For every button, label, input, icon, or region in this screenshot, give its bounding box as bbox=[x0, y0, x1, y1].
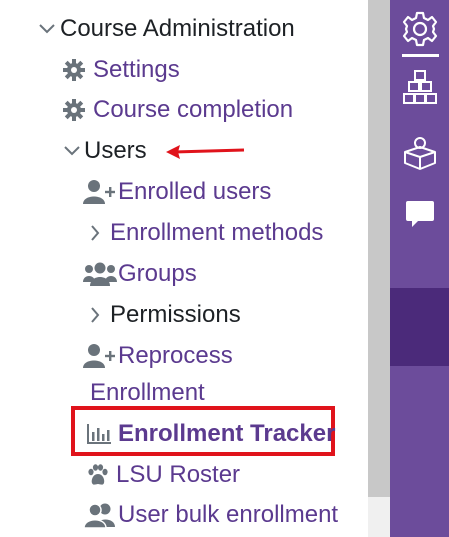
rail-messages-button[interactable] bbox=[390, 198, 449, 230]
chat-icon bbox=[405, 198, 435, 230]
users-icon bbox=[83, 500, 117, 530]
course-completion-label: Course completion bbox=[93, 96, 294, 123]
users-label: Users bbox=[84, 137, 147, 164]
nav-item-enrolled-users[interactable]: Enrolled users bbox=[83, 177, 271, 207]
reprocess-enrollment-line2[interactable]: Enrollment bbox=[90, 378, 205, 408]
reprocess-label-line2: Enrollment bbox=[90, 379, 205, 406]
reprocess-label: Reprocess bbox=[118, 342, 233, 369]
chevron-down-icon bbox=[63, 136, 81, 166]
rail-blocks-button[interactable] bbox=[390, 69, 449, 105]
user-bulk-enrollment-label: User bulk enrollment bbox=[118, 501, 339, 528]
nav-item-course-completion[interactable]: Course completion bbox=[61, 95, 293, 125]
nav-item-groups[interactable]: Groups bbox=[83, 259, 197, 289]
user-plus-icon bbox=[83, 341, 117, 371]
course-admin-node[interactable]: Course Administration bbox=[38, 14, 295, 44]
blocks-icon bbox=[402, 69, 438, 105]
groups-label: Groups bbox=[118, 260, 197, 287]
chevron-right-icon bbox=[88, 300, 102, 330]
rail-course-admin-button[interactable] bbox=[390, 10, 449, 48]
annotation-arrow bbox=[166, 145, 245, 159]
enrolled-users-label: Enrolled users bbox=[118, 178, 272, 205]
nav-item-lsu-roster[interactable]: LSU Roster bbox=[85, 460, 240, 490]
users-group-icon bbox=[83, 259, 117, 289]
nav-item-user-bulk-enrollment[interactable]: User bulk enrollment bbox=[83, 500, 338, 530]
nav-item-settings[interactable]: Settings bbox=[61, 55, 180, 85]
lsu-roster-label: LSU Roster bbox=[116, 461, 241, 488]
nav-item-enrollment-tracker[interactable]: Enrollment Tracker bbox=[85, 419, 335, 449]
course-admin-nav: Course Administration Settings Course co… bbox=[0, 0, 368, 537]
gear-icon bbox=[61, 95, 87, 125]
nav-scrollbar-thumb[interactable] bbox=[368, 0, 390, 497]
user-plus-icon bbox=[83, 177, 117, 207]
enrollment-tracker-label: Enrollment Tracker bbox=[118, 420, 336, 447]
nav-item-reprocess-enrollment[interactable]: Reprocess bbox=[83, 341, 233, 371]
gear-icon bbox=[61, 55, 87, 85]
rail-active-band bbox=[390, 288, 449, 366]
users-node[interactable]: Users bbox=[63, 136, 147, 166]
enrollment-methods-label: Enrollment methods bbox=[110, 219, 324, 246]
permissions-label: Permissions bbox=[110, 301, 241, 328]
chevron-right-icon bbox=[88, 218, 102, 248]
settings-label: Settings bbox=[93, 56, 180, 83]
course-admin-label: Course Administration bbox=[60, 15, 295, 42]
bar-chart-icon bbox=[85, 419, 113, 449]
chevron-down-icon bbox=[38, 14, 56, 44]
rail-course-button[interactable] bbox=[390, 135, 449, 171]
nav-item-enrollment-methods[interactable]: Enrollment methods bbox=[88, 218, 323, 248]
paw-icon bbox=[85, 460, 111, 490]
rail-active-indicator bbox=[402, 54, 439, 57]
course-box-icon bbox=[402, 135, 438, 171]
gear-icon bbox=[401, 10, 439, 48]
nav-item-permissions[interactable]: Permissions bbox=[88, 300, 241, 330]
